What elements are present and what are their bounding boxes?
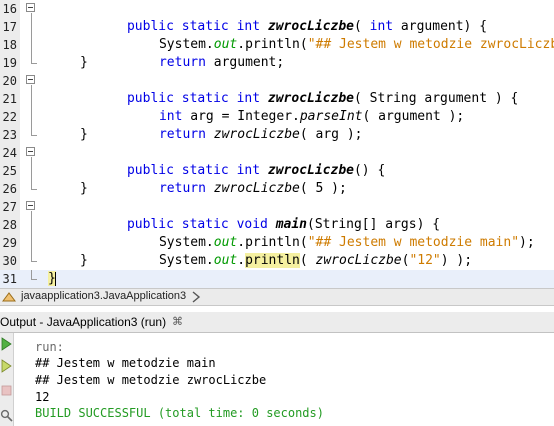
fold-end bbox=[31, 63, 37, 64]
line-number: 21 bbox=[2, 92, 17, 106]
line-number: 30 bbox=[2, 254, 17, 268]
line-number: 26 bbox=[2, 182, 17, 196]
close-icon[interactable]: ⌘ bbox=[172, 315, 183, 328]
code-line-29: 29 System.out.println( zwrocLiczbe("12")… bbox=[0, 234, 554, 268]
code-text: } bbox=[80, 127, 88, 142]
line-number: 24 bbox=[2, 146, 17, 160]
output-line: ## Jestem w metodzie main bbox=[35, 356, 216, 370]
line-number: 31 bbox=[2, 272, 17, 286]
line-number: 27 bbox=[2, 200, 17, 214]
line-number: 23 bbox=[2, 128, 17, 142]
fold-end bbox=[31, 279, 37, 280]
line-number: 19 bbox=[2, 56, 17, 70]
code-line-18: 18 return argument; bbox=[0, 36, 554, 70]
rerun-icon[interactable] bbox=[0, 335, 13, 353]
code-editor[interactable]: 16 public static int zwrocLiczbe( int ar… bbox=[0, 0, 554, 288]
fold-end bbox=[31, 189, 37, 190]
line-number: 18 bbox=[2, 38, 17, 52]
fold-end bbox=[31, 261, 37, 262]
code-line-19: 19 } bbox=[0, 54, 554, 72]
navigator-breadcrumb-bar: javaapplication3.JavaApplication3 bbox=[0, 288, 554, 306]
line-number: 20 bbox=[2, 74, 17, 88]
stop-icon[interactable] bbox=[0, 382, 13, 400]
code-line-23: 23 } bbox=[0, 126, 554, 144]
code-line-27: 27 public static void main(String[] args… bbox=[0, 198, 554, 232]
line-number: 16 bbox=[2, 2, 17, 16]
fold-collapse-icon[interactable] bbox=[26, 75, 35, 84]
code-line-20: 20 public static int zwrocLiczbe( String… bbox=[0, 72, 554, 106]
fold-guide bbox=[31, 162, 32, 180]
code-line-22: 22 return zwrocLiczbe( arg ); bbox=[0, 108, 554, 142]
code-line-25: 25 return zwrocLiczbe( 5 ); bbox=[0, 162, 554, 196]
fold-guide bbox=[31, 18, 32, 36]
output-line-run: run: bbox=[35, 340, 64, 354]
tab-output[interactable]: Output - JavaApplication3 (run) bbox=[0, 315, 166, 329]
breadcrumb-class[interactable]: javaapplication3.JavaApplication3 bbox=[21, 290, 186, 302]
fold-guide bbox=[31, 180, 32, 189]
output-line: ## Jestem w metodzie zwrocLiczbe bbox=[35, 373, 267, 387]
text-caret bbox=[54, 271, 56, 286]
code-line-17: 17 System.out.println("## Jestem w metod… bbox=[0, 18, 554, 52]
output-line: 12 bbox=[35, 390, 50, 404]
fold-guide bbox=[31, 270, 32, 279]
settings-icon[interactable] bbox=[0, 405, 13, 423]
code-text: } bbox=[80, 253, 88, 268]
code-line-28: 28 System.out.println("## Jestem w metod… bbox=[0, 216, 554, 250]
fold-guide bbox=[31, 234, 32, 252]
line-number: 29 bbox=[2, 236, 17, 250]
code-text: } bbox=[80, 55, 88, 70]
output-console[interactable]: run: ## Jestem w metodzie main ## Jestem… bbox=[14, 333, 554, 426]
fold-guide bbox=[31, 54, 32, 63]
line-number: 25 bbox=[2, 164, 17, 178]
fold-collapse-icon[interactable] bbox=[26, 201, 35, 210]
code-line-31-current: 31 } bbox=[0, 270, 554, 288]
rerun-different-icon[interactable] bbox=[0, 357, 13, 375]
class-icon bbox=[2, 292, 16, 302]
code-line-16: 16 public static int zwrocLiczbe( int ar… bbox=[0, 0, 554, 34]
line-number: 28 bbox=[2, 218, 17, 232]
output-toolbar bbox=[0, 333, 14, 426]
code-line-24: 24 public static int zwrocLiczbe() { bbox=[0, 144, 554, 178]
line-number: 22 bbox=[2, 110, 17, 124]
fold-guide bbox=[31, 252, 32, 261]
code-line-26: 26 } bbox=[0, 180, 554, 198]
output-line-build-successful: BUILD SUCCESSFUL (total time: 0 seconds) bbox=[35, 406, 324, 420]
fold-guide bbox=[31, 90, 32, 108]
chevron-right-icon[interactable] bbox=[190, 291, 202, 303]
fold-guide bbox=[31, 108, 32, 126]
code-line-21: 21 int arg = Integer.parseInt( argument … bbox=[0, 90, 554, 124]
code-line-30: 30 } bbox=[0, 252, 554, 270]
fold-end bbox=[31, 135, 37, 136]
fold-collapse-icon[interactable] bbox=[26, 3, 35, 12]
code-text: } bbox=[80, 181, 88, 196]
fold-guide bbox=[31, 36, 32, 54]
output-tab-bar: Output - JavaApplication3 (run) ⌘ bbox=[0, 312, 554, 333]
fold-collapse-icon[interactable] bbox=[26, 147, 35, 156]
line-number: 17 bbox=[2, 20, 17, 34]
fold-guide bbox=[31, 216, 32, 234]
fold-guide bbox=[31, 126, 32, 135]
